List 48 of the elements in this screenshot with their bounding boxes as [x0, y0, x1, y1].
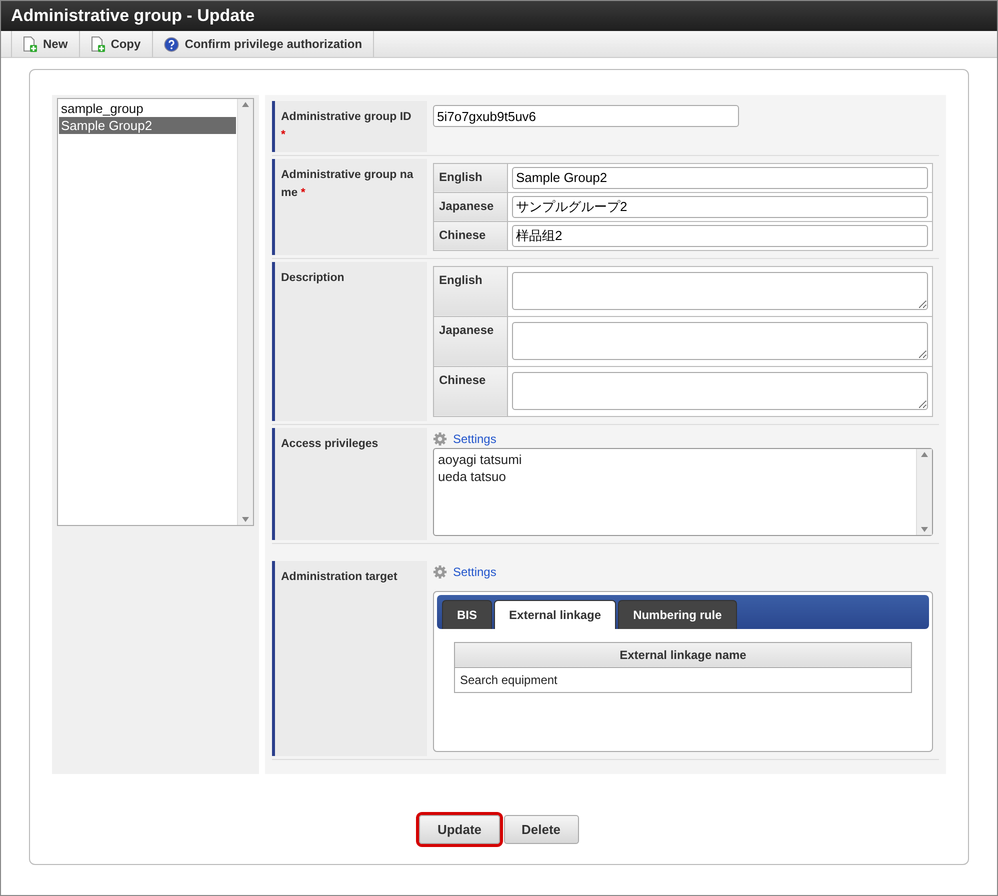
field-label: Description — [272, 262, 427, 421]
toolbar-button[interactable]: New — [11, 31, 80, 57]
table-cell: Search equipment — [454, 667, 912, 692]
field-label: Access privileges — [272, 428, 427, 540]
list-item[interactable]: sample_group — [59, 100, 236, 117]
help-icon — [164, 36, 179, 52]
gear-icon — [433, 432, 447, 446]
language-label: Japanese — [434, 316, 508, 366]
tab[interactable]: Numbering rule — [618, 600, 737, 629]
user-name: aoyagi tatsumi — [438, 450, 523, 468]
tab[interactable]: External linkage — [494, 600, 616, 629]
language-label: Chinese — [434, 221, 508, 250]
scrollbar[interactable] — [916, 448, 932, 535]
action-button[interactable]: Delete — [504, 815, 579, 844]
text-area[interactable] — [512, 322, 928, 360]
column-header: External linkage name — [454, 642, 912, 668]
toolbar-button[interactable]: Confirm privilege authorization — [152, 31, 374, 57]
field-label: Administrative group na me * — [272, 158, 427, 255]
input-field[interactable]: 样品组2 — [512, 224, 928, 247]
language-label: Japanese — [434, 192, 508, 222]
settings-link[interactable]: Settings — [453, 432, 496, 446]
language-label: Chinese — [434, 366, 508, 416]
language-label: English — [434, 266, 508, 316]
text-area[interactable] — [512, 372, 928, 410]
toolbar-button[interactable]: Copy — [78, 31, 153, 57]
new-document-icon — [23, 36, 37, 52]
input-field[interactable]: 5i7o7gxub9t5uv6 — [433, 105, 739, 127]
list-item[interactable]: Sample Group2 — [59, 117, 236, 134]
window-title: Administrative group - Update — [1, 1, 997, 31]
field-label: Administrative group ID * — [272, 101, 427, 152]
scrollbar[interactable] — [237, 99, 253, 525]
tab[interactable]: BIS — [442, 600, 492, 629]
user-name: ueda tatsuo — [438, 468, 507, 485]
settings-link[interactable]: Settings — [453, 564, 496, 579]
input-field[interactable]: サンプルグループ2 — [512, 196, 928, 218]
language-label: English — [434, 163, 508, 192]
scroll-up-icon[interactable] — [242, 102, 249, 107]
input-field[interactable]: Sample Group2 — [512, 166, 928, 189]
user-list[interactable]: aoyagi tatsumi ueda tatsuo — [433, 448, 933, 536]
scroll-down-icon[interactable] — [921, 526, 928, 532]
scroll-up-icon[interactable] — [921, 452, 928, 457]
field-label: Administration target — [272, 560, 427, 756]
action-button[interactable]: Update — [419, 815, 500, 844]
group-list[interactable]: sample_group Sample Group2 — [57, 98, 254, 526]
text-area[interactable] — [512, 272, 928, 310]
gear-icon — [433, 564, 447, 579]
new-document-icon — [90, 36, 105, 52]
scroll-down-icon[interactable] — [242, 517, 249, 522]
